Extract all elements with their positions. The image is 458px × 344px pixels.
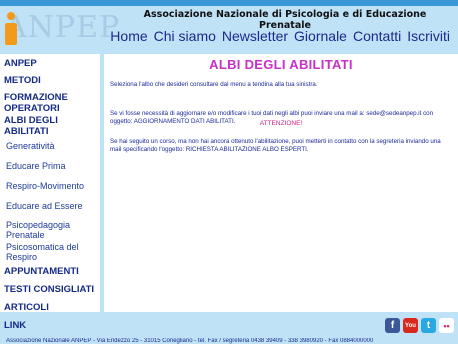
nav-newsletter[interactable]: Newsletter (222, 28, 288, 50)
sidebar-item-formazione-operatori[interactable]: FORMAZIONE OPERATORI (0, 92, 100, 114)
page: ANPEP Associazione Nazionale di Psicolog… (0, 0, 458, 344)
sidebar-item-educare-ad-essere[interactable]: Educare ad Essere (0, 201, 100, 212)
main-content: ALBI DEGLI ABILITATI Seleziona l'albo ch… (104, 54, 458, 312)
site-logo[interactable]: ANPEP (4, 6, 119, 50)
sidebar-item-generativita[interactable]: Generatività (0, 141, 100, 152)
twitter-icon[interactable]: t (421, 318, 436, 333)
sidebar-item-appuntamenti[interactable]: APPUNTAMENTI (0, 266, 100, 277)
sidebar-item-metodi[interactable]: METODI (0, 75, 100, 86)
sidebar-item-link[interactable]: LINK (0, 320, 100, 331)
intro-text: Seleziona l'albo che desideri consultare… (110, 81, 318, 88)
nav-giornale[interactable]: Giornale (294, 28, 347, 50)
nav-iscriviti[interactable]: Iscriviti (407, 28, 450, 50)
social-links: f You t •• (385, 318, 454, 334)
nav-chi-siamo[interactable]: Chi siamo (154, 28, 216, 50)
sidebar-item-psicopedagogia-prenatale[interactable]: Psicopedagogia Prenatale (0, 220, 100, 240)
sidebar-item-respiro-movimento[interactable]: Respiro-Movimento (0, 181, 100, 192)
logo-text: ANPEP (5, 10, 121, 45)
sidebar-item-educare-prima[interactable]: Educare Prima (0, 161, 100, 172)
sidebar-item-articoli[interactable]: ARTICOLI (0, 302, 100, 313)
flickr-icon[interactable]: •• (439, 318, 454, 333)
sidebar-item-anpep[interactable]: ANPEP (0, 58, 100, 69)
top-navigation: Home Chi siamo Newsletter Giornale Conta… (110, 28, 450, 50)
nav-contatti[interactable]: Contatti (353, 28, 401, 50)
sidebar-item-albi-degli-abilitati[interactable]: ALBI DEGLI ABILITATI (0, 115, 100, 137)
sidebar-item-testi-consigliati[interactable]: TESTI CONSIGLIATI (0, 284, 100, 295)
sidebar-item-psicosomatica-del-respiro[interactable]: Psicosomatica del Respiro (0, 242, 100, 262)
sidebar: ANPEP METODI FORMAZIONE OPERATORI ALBI D… (0, 54, 100, 331)
youtube-icon[interactable]: You (403, 318, 418, 333)
facebook-icon[interactable]: f (385, 318, 400, 333)
update-data-text: Se vi fosse necessità di aggiornare e/o … (110, 110, 434, 125)
abilitation-request-text: Se hai seguito un corso, ma non hai anco… (110, 138, 441, 153)
page-title: ALBI DEGLI ABILITATI (209, 57, 353, 72)
nav-home[interactable]: Home (110, 28, 147, 50)
footer: Associazione Nazionale ANPEP - Via Endez… (6, 338, 374, 344)
